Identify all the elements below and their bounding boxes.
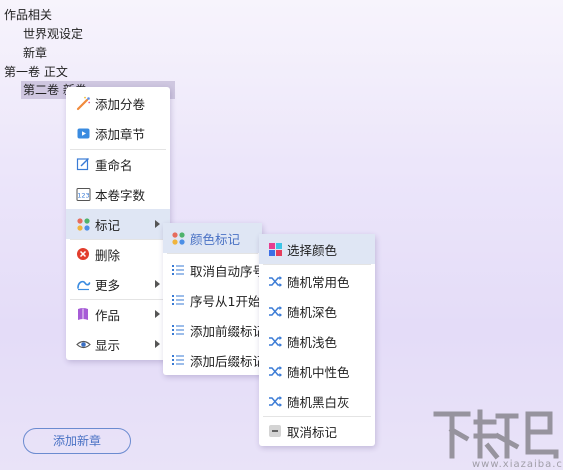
- book-icon: [75, 306, 91, 322]
- menu-item-label: 删除: [95, 247, 121, 263]
- menu-item-volume-word-count[interactable]: 123 本卷字数: [66, 179, 170, 209]
- list-icon: [170, 322, 186, 338]
- minus-icon: [267, 423, 283, 439]
- submenu-arrow-icon: [155, 220, 160, 228]
- delete-icon: [75, 246, 91, 262]
- tree-node-new-chapter[interactable]: 新章: [23, 45, 47, 61]
- add-new-chapter-button[interactable]: 添加新章: [23, 428, 131, 454]
- watermark-url: www.xiazaiba.com: [472, 459, 563, 470]
- menu-item-label: 选择颜色: [287, 242, 338, 258]
- submenu-arrow-icon: [155, 280, 160, 288]
- more-icon: [75, 276, 91, 292]
- menu-item-random-dark[interactable]: 随机深色: [259, 296, 375, 326]
- list-icon: [170, 352, 186, 368]
- menu-item-label: 重命名: [95, 157, 133, 173]
- list-icon: [170, 262, 186, 278]
- menu-item-random-common[interactable]: 随机常用色: [259, 266, 375, 296]
- menu-item-add-volume[interactable]: 添加分卷: [66, 88, 170, 118]
- menu-item-add-suffix-mark[interactable]: 添加后缀标记: [163, 345, 266, 375]
- tree-node-world-setting[interactable]: 世界观设定: [23, 26, 83, 42]
- menu-item-label: 添加后缀标记: [190, 353, 266, 369]
- wand-icon: [75, 95, 91, 111]
- menu-item-display[interactable]: 显示: [66, 329, 170, 359]
- menu-item-label: 取消自动序号: [190, 263, 266, 279]
- menu-item-label: 更多: [95, 277, 121, 293]
- color-palette-icon: [267, 241, 283, 257]
- menu-item-random-light[interactable]: 随机浅色: [259, 326, 375, 356]
- menu-item-label: 随机常用色: [287, 274, 350, 290]
- tree-node-works-related[interactable]: 作品相关: [4, 7, 52, 23]
- menu-item-label: 标记: [95, 217, 121, 233]
- watermark-logo: [433, 409, 559, 460]
- menu-item-label: 作品: [95, 307, 121, 323]
- watermark: www.xiazaiba.com: [432, 406, 563, 470]
- menu-item-add-prefix-mark[interactable]: 添加前缀标记: [163, 315, 266, 345]
- menu-item-add-chapter[interactable]: 添加章节: [66, 118, 170, 148]
- color-submenu: 选择颜色 随机常用色 随机深色 随机浅色 随机中性色 随机黑白灰 取消标记: [259, 234, 375, 446]
- menu-item-cancel-auto-number[interactable]: 取消自动序号: [163, 255, 266, 285]
- menu-item-random-bw[interactable]: 随机黑白灰: [259, 386, 375, 416]
- color-dots-icon: [75, 216, 91, 232]
- shuffle-icon: [267, 273, 283, 289]
- menu-item-label: 添加前缀标记: [190, 323, 266, 339]
- menu-item-label: 随机中性色: [287, 364, 350, 380]
- menu-item-label: 添加分卷: [95, 96, 146, 112]
- menu-item-number-from-1[interactable]: 序号从1开始: [163, 285, 262, 315]
- shuffle-icon: [267, 333, 283, 349]
- color-dots-icon: [170, 230, 186, 246]
- menu-item-delete[interactable]: 删除: [66, 239, 170, 269]
- menu-divider: [167, 253, 258, 254]
- menu-item-label: 颜色标记: [190, 231, 241, 247]
- menu-item-choose-color[interactable]: 选择颜色: [259, 234, 375, 264]
- svg-text:123: 123: [77, 191, 89, 199]
- number-123-icon: 123: [75, 186, 91, 202]
- top-right-partial-icon: ╵: [458, 0, 467, 8]
- menu-item-rename[interactable]: 重命名: [66, 149, 170, 179]
- mark-submenu: 颜色标记 取消自动序号 序号从1开始 添加前缀标记 添加后缀标记: [163, 223, 266, 375]
- menu-item-works[interactable]: 作品: [66, 299, 170, 329]
- context-menu: 添加分卷 添加章节 重命名 123 本卷字数 标记 删除 更多 作品 显示: [66, 87, 170, 360]
- shuffle-icon: [267, 393, 283, 409]
- submenu-arrow-icon: [155, 340, 160, 348]
- video-doc-icon: [75, 125, 91, 141]
- edit-icon: [75, 156, 91, 172]
- menu-item-label: 序号从1开始: [190, 293, 261, 309]
- menu-item-cancel-mark[interactable]: 取消标记: [259, 416, 375, 446]
- menu-item-label: 随机深色: [287, 304, 338, 320]
- menu-item-label: 显示: [95, 337, 121, 353]
- menu-item-random-neutral[interactable]: 随机中性色: [259, 356, 375, 386]
- menu-divider: [263, 264, 371, 265]
- menu-item-mark[interactable]: 标记: [66, 209, 170, 239]
- menu-item-label: 随机浅色: [287, 334, 338, 350]
- menu-item-label: 添加章节: [95, 126, 146, 142]
- shuffle-icon: [267, 363, 283, 379]
- menu-item-label: 随机黑白灰: [287, 394, 350, 410]
- menu-item-label: 取消标记: [287, 424, 338, 440]
- tree-node-volume1[interactable]: 第一卷 正文: [4, 64, 68, 80]
- submenu-arrow-icon: [155, 310, 160, 318]
- menu-item-color-mark[interactable]: 颜色标记: [163, 223, 262, 253]
- menu-item-more[interactable]: 更多: [66, 269, 170, 299]
- menu-item-label: 本卷字数: [95, 187, 146, 203]
- eye-icon: [75, 336, 91, 352]
- list-icon: [170, 292, 186, 308]
- shuffle-icon: [267, 303, 283, 319]
